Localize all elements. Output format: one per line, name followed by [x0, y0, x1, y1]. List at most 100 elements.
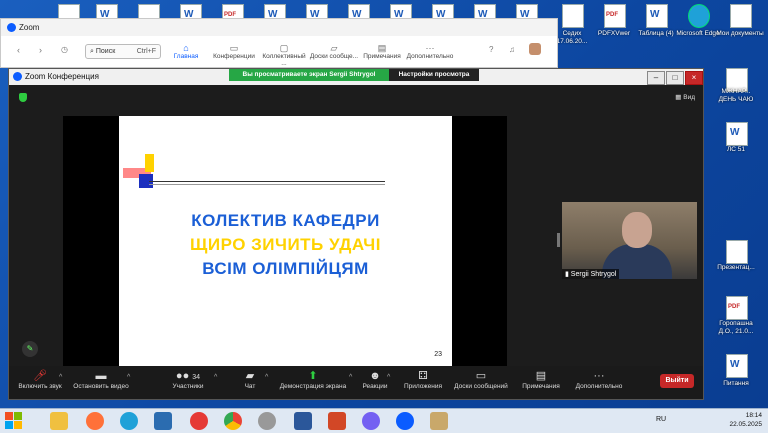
desktop-file-icon[interactable]: [562, 4, 584, 28]
bell-icon[interactable]: ♫: [509, 45, 515, 54]
share-screen-icon: ⬆: [308, 370, 318, 382]
apps-button[interactable]: ⚃ Приложения: [399, 369, 447, 390]
apps-icon: ⚃: [418, 370, 428, 382]
forward-arrow-icon[interactable]: ›: [39, 45, 42, 55]
whiteboard-icon: ▱: [330, 43, 338, 53]
more-icon: ···: [593, 370, 605, 382]
desktop-file-icon[interactable]: [726, 240, 748, 264]
documents-icon[interactable]: [730, 4, 752, 28]
toolbar-label: Включить звук: [18, 383, 62, 390]
participant-name: Sergii Shtrygol: [570, 271, 617, 278]
clock[interactable]: 18:14 22.05.2025: [729, 411, 762, 429]
app-icon[interactable]: [154, 412, 172, 430]
meeting-window: Zoom Конференция Вы просматриваете экран…: [8, 68, 704, 400]
tab-home[interactable]: ⌂ Главная: [161, 43, 211, 60]
minimize-icon[interactable]: –: [647, 71, 665, 85]
toolbar-label: Дополнительно: [575, 383, 623, 390]
app-icon[interactable]: [430, 412, 448, 430]
tab-notes[interactable]: ▤ Примечания: [357, 43, 407, 60]
word-icon[interactable]: [294, 412, 312, 430]
toolbar-label: Демонстрация экрана: [279, 383, 347, 390]
settings-gear-icon[interactable]: [258, 412, 276, 430]
search-box[interactable]: ⌕ Поиск Ctrl+F: [85, 44, 161, 59]
desktop-pdf-icon[interactable]: [726, 296, 748, 320]
desktop-word-icon[interactable]: [646, 4, 668, 28]
language-indicator[interactable]: RU: [656, 416, 666, 423]
slide-line-2: ЩИРО ЗИЧИТЬ УДАЧІ: [190, 235, 381, 254]
home-icon: ⌂: [183, 43, 189, 53]
leave-button[interactable]: Выйти: [660, 374, 694, 388]
more-button[interactable]: ··· Дополнительно: [569, 369, 629, 390]
zoom-logo-icon: [13, 72, 22, 82]
notes-icon: ▤: [377, 43, 387, 53]
toolbar-label: Примечания: [522, 383, 560, 390]
close-icon[interactable]: ×: [685, 71, 703, 85]
whiteboard-icon: ▭: [475, 370, 487, 382]
opera-icon[interactable]: [190, 412, 208, 430]
desktop-icon-label: ЛС 51: [727, 146, 745, 153]
powerpoint-icon[interactable]: [328, 412, 346, 430]
zoom-main-titlebar: Zoom: [1, 19, 557, 36]
stop-video-button[interactable]: ▬ Остановить видео: [69, 369, 133, 390]
participants-chevron-icon[interactable]: ^: [214, 374, 217, 381]
audio-options-chevron-icon[interactable]: ^: [59, 374, 62, 381]
presentation-slide: КОЛЕКТИВ КАФЕДРИ ЩИРО ЗИЧИТЬ УДАЧІ ВСІМ …: [119, 116, 452, 366]
participant-video[interactable]: ▮ Sergii Shtrygol: [562, 202, 697, 279]
chat-icon: ▢: [279, 43, 289, 53]
notes-button[interactable]: ▤ Примечания: [517, 369, 565, 390]
toolbar-label: Приложения: [403, 383, 443, 390]
desktop-icon-label: Microsoft Edge: [676, 30, 720, 37]
pdfxviewer-icon[interactable]: [604, 4, 626, 28]
history-icon[interactable]: ◷: [61, 45, 68, 54]
splitter-handle[interactable]: [557, 233, 560, 247]
tab-meetings[interactable]: ▭ Конференции: [209, 43, 259, 60]
desktop-word-icon[interactable]: [726, 354, 748, 378]
desktop-icon-label: МЖНАР... ДЕНЬ ЧАЮ: [718, 88, 754, 103]
chat-chevron-icon[interactable]: ^: [265, 374, 268, 381]
unmute-button[interactable]: 🎤︎ Включить звук: [15, 369, 65, 390]
edge-icon[interactable]: [688, 4, 710, 28]
participants-button[interactable]: ●● 34 Участники: [161, 369, 215, 390]
view-button[interactable]: ▦ Вид: [675, 93, 695, 101]
clock-date: 22.05.2025: [729, 421, 762, 428]
tab-whiteboards[interactable]: ▱ Доски сообще...: [309, 43, 359, 60]
avatar[interactable]: [529, 43, 541, 55]
reactions-chevron-icon[interactable]: ^: [387, 374, 390, 381]
shield-icon[interactable]: [19, 93, 27, 102]
search-label: Поиск: [95, 48, 116, 55]
zoom-main-window: Zoom ‹ › ◷ ⌕ Поиск Ctrl+F ⌂ Главная ▭ Конф…: [0, 18, 558, 68]
video-options-chevron-icon[interactable]: ^: [127, 374, 130, 381]
toolbar-label: Участники: [172, 383, 204, 390]
desktop-word-icon[interactable]: [726, 122, 748, 146]
shared-screen: КОЛЕКТИВ КАФЕДРИ ЩИРО ЗИЧИТЬ УДАЧІ ВСІМ …: [63, 116, 507, 366]
tab-team-chat[interactable]: ▢ Коллективный ...: [259, 43, 309, 67]
maximize-icon[interactable]: □: [666, 71, 684, 85]
share-screen-button[interactable]: ⬆ Демонстрация экрана: [275, 369, 351, 390]
tab-label: Дополнительно: [406, 53, 454, 60]
file-explorer-icon[interactable]: [50, 412, 68, 430]
share-chevron-icon[interactable]: ^: [349, 374, 352, 381]
annotate-pencil-icon[interactable]: ✎: [22, 341, 38, 357]
viber-icon[interactable]: [362, 412, 380, 430]
chat-button[interactable]: ▰ Чат: [235, 369, 265, 390]
slide-line-3: ВСІМ ОЛІМПІЙЦЯМ: [202, 259, 369, 278]
participants-count: 34: [192, 374, 201, 381]
help-icon[interactable]: ?: [489, 45, 493, 54]
slide-page-number: 23: [434, 351, 442, 358]
whiteboards-button[interactable]: ▭ Доски сообщений: [451, 369, 511, 390]
toolbar-label: Чат: [244, 383, 256, 390]
chat-icon: ▰: [245, 370, 255, 382]
slide-divider: [149, 181, 385, 182]
tab-more[interactable]: ··· Дополнительно: [405, 43, 455, 60]
chrome-icon[interactable]: [224, 412, 242, 430]
firefox-icon[interactable]: [86, 412, 104, 430]
zoom-icon[interactable]: [396, 412, 414, 430]
share-banner: Вы просматриваете экран Sergii Shtrygol …: [229, 69, 479, 81]
back-arrow-icon[interactable]: ‹: [17, 45, 20, 55]
view-options-button[interactable]: Настройки просмотра: [389, 69, 479, 81]
slide-decoration: [145, 154, 154, 172]
participant-head: [622, 212, 652, 248]
tab-label: Главная: [173, 53, 199, 60]
edge-icon[interactable]: [120, 412, 138, 430]
start-button[interactable]: [4, 411, 24, 431]
